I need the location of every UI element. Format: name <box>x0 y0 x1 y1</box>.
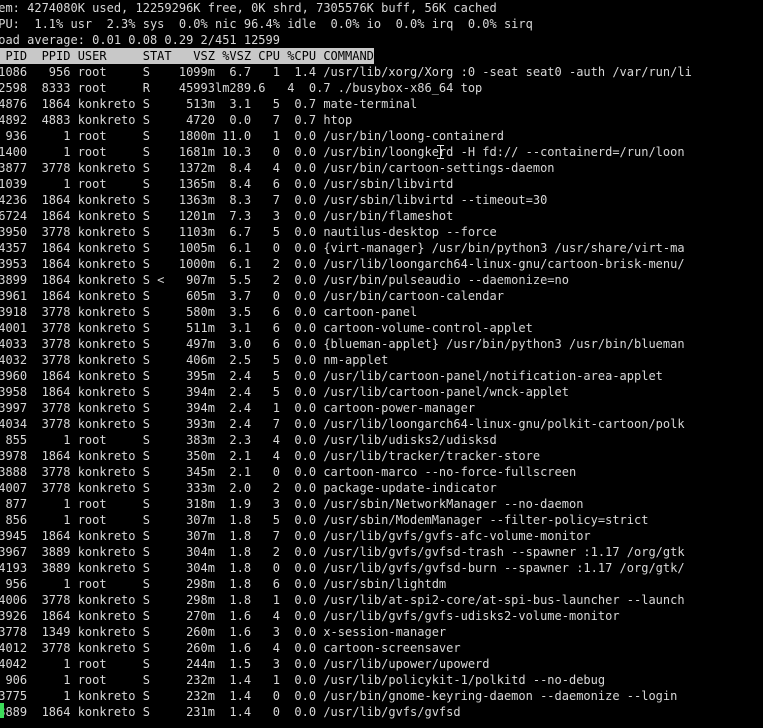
text-cursor-icon <box>437 144 445 160</box>
process-row: 4193 3889 konkreto S 304m 1.8 0 0.0 /usr… <box>0 561 685 575</box>
process-row: 3958 1864 konkreto S 394m 2.4 5 0.0 /usr… <box>0 385 569 399</box>
process-row: 3967 3889 konkreto S 304m 1.8 2 0.0 /usr… <box>0 545 685 559</box>
process-row: 3945 1864 konkreto S 307m 1.8 7 0.0 /usr… <box>0 529 591 543</box>
terminal-cursor <box>0 703 4 718</box>
process-row: 12598 8333 root R 45993lm289.6 4 0.7 ./b… <box>0 81 483 95</box>
process-row: 3950 3778 konkreto S 1103m 6.7 5 0.0 nau… <box>0 225 497 239</box>
process-row: 4032 3778 konkreto S 406m 2.5 5 0.0 nm-a… <box>0 353 389 367</box>
process-row: 956 1 root S 298m 1.8 6 0.0 /usr/sbin/li… <box>0 577 447 591</box>
process-row: 4006 3778 konkreto S 298m 1.8 1 0.0 /usr… <box>0 593 685 607</box>
process-row: 3889 1864 konkreto S 231m 1.4 0 0.0 /usr… <box>0 705 461 719</box>
process-row: 856 1 root S 307m 1.8 5 0.0 /usr/sbin/Mo… <box>0 513 649 527</box>
process-row: 3918 3778 konkreto S 580m 3.5 6 0.0 cart… <box>0 305 418 319</box>
process-row: 3926 1864 konkreto S 270m 1.6 4 0.0 /usr… <box>0 609 620 623</box>
process-table-header: PID PPID USER STAT VSZ %VSZ CPU %CPU COM… <box>0 48 374 64</box>
memory-summary: Mem: 4274080K used, 12259296K free, 0K s… <box>0 1 497 15</box>
process-row: 936 1 root S 1800m 11.0 1 0.0 /usr/bin/l… <box>0 129 504 143</box>
process-row: 3778 1349 konkreto S 260m 1.6 3 0.0 x-se… <box>0 625 447 639</box>
process-row: 4892 4883 konkreto S 4720 0.0 7 0.7 htop <box>0 113 353 127</box>
process-row: 855 1 root S 383m 2.3 4 0.0 /usr/lib/udi… <box>0 433 497 447</box>
process-row: 877 1 root S 318m 1.9 3 0.0 /usr/sbin/Ne… <box>0 497 584 511</box>
process-row: 3888 3778 konkreto S 345m 2.1 0 0.0 cart… <box>0 465 577 479</box>
process-row: 3899 1864 konkreto S < 907m 5.5 2 0.0 /u… <box>0 273 569 287</box>
process-row: 4042 1 root S 244m 1.5 3 0.0 /usr/lib/up… <box>0 657 490 671</box>
process-row: 4236 1864 konkreto S 1363m 8.3 7 0.0 /us… <box>0 193 548 207</box>
process-row: 1039 1 root S 1365m 8.4 6 0.0 /usr/sbin/… <box>0 177 454 191</box>
process-row: 3960 1864 konkreto S 395m 2.4 5 0.0 /usr… <box>0 369 663 383</box>
process-row: 4012 3778 konkreto S 260m 1.6 4 0.0 cart… <box>0 641 461 655</box>
process-row: 3978 1864 konkreto S 350m 2.1 4 0.0 /usr… <box>0 449 541 463</box>
process-row: 6724 1864 konkreto S 1201m 7.3 3 0.0 /us… <box>0 209 454 223</box>
process-row: 906 1 root S 232m 1.4 1 0.0 /usr/lib/pol… <box>0 673 606 687</box>
process-row: 4034 3778 konkreto S 393m 2.4 7 0.0 /usr… <box>0 417 685 431</box>
terminal-window[interactable]: Mem: 4274080K used, 12259296K free, 0K s… <box>0 0 763 728</box>
process-row: 3997 3778 konkreto S 394m 2.4 1 0.0 cart… <box>0 401 476 415</box>
process-row: 1400 1 root S 1681m 10.3 0 0.0 /usr/bin/… <box>0 145 685 159</box>
cpu-summary: CPU: 1.1% usr 2.3% sys 0.0% nic 96.4% id… <box>0 17 533 31</box>
load-average: Load average: 0.01 0.08 0.29 2/451 12599 <box>0 33 280 47</box>
process-row: 3953 1864 konkreto S 1000m 6.1 2 0.0 /us… <box>0 257 685 271</box>
process-row: 3877 3778 konkreto S 1372m 8.4 4 0.0 /us… <box>0 161 555 175</box>
process-row: 4007 3778 konkreto S 333m 2.0 2 0.0 pack… <box>0 481 497 495</box>
process-row: 4033 3778 konkreto S 497m 3.0 6 0.0 {blu… <box>0 337 685 351</box>
process-row: 4357 1864 konkreto S 1005m 6.1 0 0.0 {vi… <box>0 241 685 255</box>
process-row: 1086 956 root S 1099m 6.7 1 1.4 /usr/lib… <box>0 65 692 79</box>
process-row: 3961 1864 konkreto S 605m 3.7 0 0.0 /usr… <box>0 289 504 303</box>
process-row: 3775 1 konkreto S 232m 1.4 0 0.0 /usr/bi… <box>0 689 678 703</box>
process-row: 4001 3778 konkreto S 511m 3.1 6 0.0 cart… <box>0 321 533 335</box>
process-row: 4876 1864 konkreto S 513m 3.1 5 0.7 mate… <box>0 97 418 111</box>
